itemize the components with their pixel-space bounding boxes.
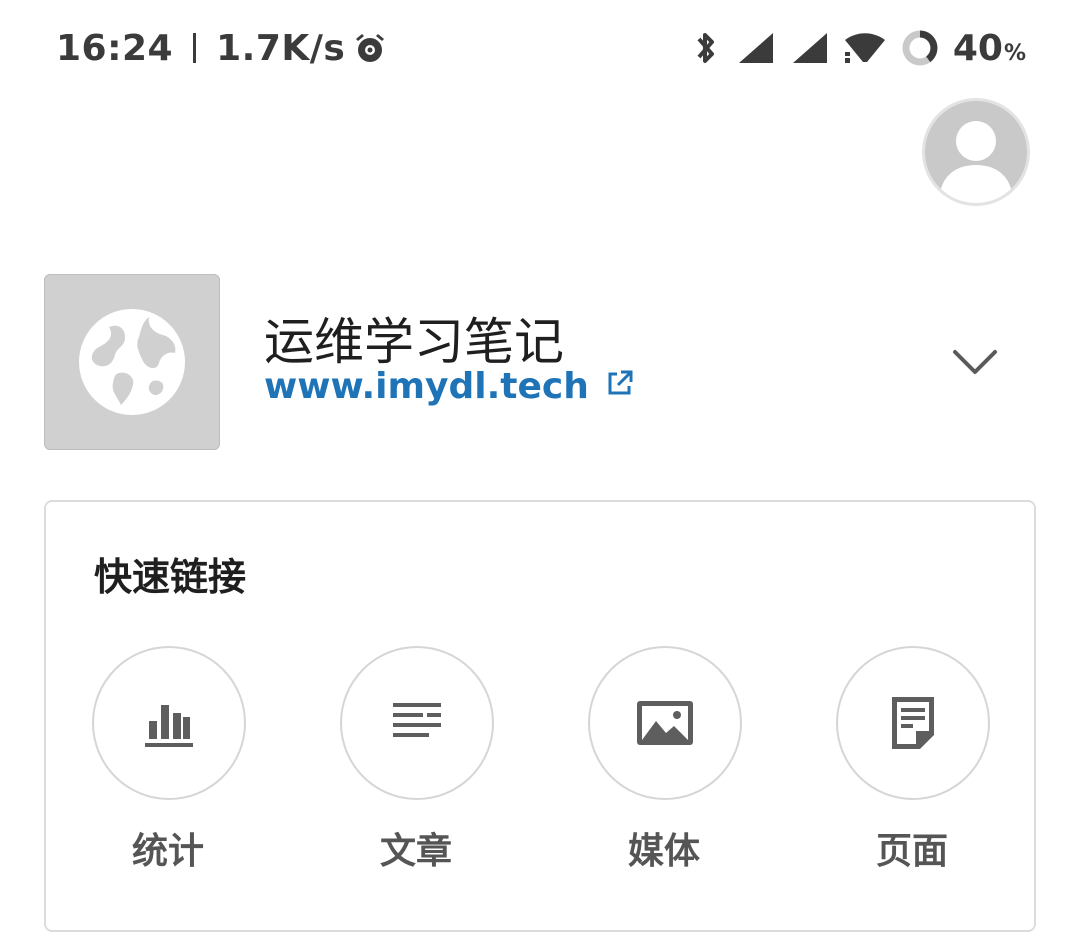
quick-link-posts-button[interactable] (340, 646, 494, 800)
site-switcher-chevron-down-icon[interactable] (950, 342, 1000, 382)
person-icon (939, 121, 1013, 203)
quick-link-pages-button[interactable] (836, 646, 990, 800)
stats-icon (145, 705, 193, 747)
status-time: 16:24 (56, 27, 174, 69)
external-link-icon[interactable] (605, 366, 635, 407)
quick-links-title: 快速链接 (94, 555, 247, 599)
media-icon (637, 701, 693, 745)
status-left: 16:24 1.7K/s (56, 24, 387, 72)
quick-link-pages-label[interactable]: 页面 (836, 822, 988, 874)
wifi-icon (843, 30, 887, 66)
site-url-text[interactable]: www.imydl.tech (264, 366, 589, 407)
signal-icon (735, 31, 775, 65)
status-divider (193, 33, 197, 63)
pages-icon (892, 697, 934, 749)
quick-link-media-label[interactable]: 媒体 (588, 822, 740, 874)
network-speed: 1.7K/s (216, 27, 346, 69)
bluetooth-icon (691, 30, 721, 66)
battery-unit: % (1003, 40, 1026, 66)
quick-links-card: 快速链接 统计 文章 媒体 页面 (44, 500, 1036, 932)
user-avatar[interactable] (922, 98, 1030, 206)
status-bar: 16:24 1.7K/s 40 % (0, 0, 1080, 96)
battery-icon (901, 29, 939, 67)
alarm-icon (353, 31, 387, 65)
status-right: 40% (691, 24, 1026, 72)
posts-icon (393, 703, 441, 737)
app-screen: 16:24 1.7K/s 40 % 运维学习笔记 www.imydl.tech … (0, 0, 1080, 950)
quick-link-stats-label[interactable]: 统计 (92, 822, 244, 874)
site-title[interactable]: 运维学习笔记 (264, 302, 564, 374)
signal-icon (789, 31, 829, 65)
quick-link-stats-button[interactable] (92, 646, 246, 800)
quick-link-media[interactable]: 媒体 (588, 646, 744, 872)
quick-link-posts-label[interactable]: 文章 (340, 822, 492, 874)
globe-icon (79, 309, 185, 415)
quick-link-pages[interactable]: 页面 (836, 646, 992, 872)
quick-link-media-button[interactable] (588, 646, 742, 800)
site-url-link[interactable]: www.imydl.tech (264, 366, 635, 407)
quick-link-posts[interactable]: 文章 (340, 646, 496, 872)
battery-percentage: 40% (953, 28, 1026, 69)
site-icon[interactable] (44, 274, 220, 450)
quick-link-stats[interactable]: 统计 (92, 646, 248, 872)
battery-level: 40 (952, 27, 1003, 69)
